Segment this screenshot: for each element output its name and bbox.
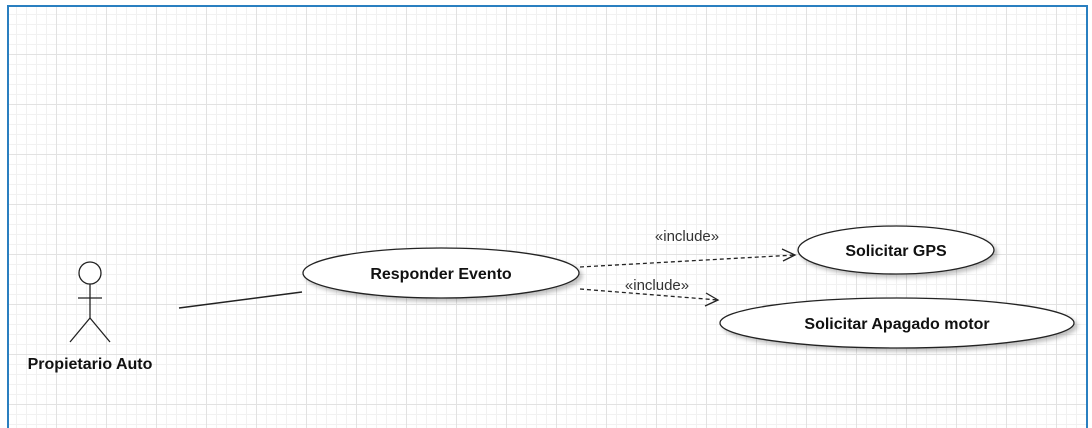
actor-right-leg xyxy=(89,317,111,343)
use-case-label: Solicitar GPS xyxy=(845,243,947,260)
actor-label: Propietario Auto xyxy=(28,356,153,373)
use-case-solicitar-gps[interactable]: Solicitar GPS xyxy=(797,225,995,275)
actor-head xyxy=(78,261,102,285)
use-case-label: Responder Evento xyxy=(370,266,512,283)
actor-left-leg xyxy=(69,317,91,343)
include-relation-gps[interactable]: «include» xyxy=(579,228,797,268)
actor-propietario-auto[interactable]: Propietario Auto xyxy=(28,261,153,373)
use-case-diagram: Propietario Auto Responder Evento Solici… xyxy=(28,225,1075,373)
include-relation-apagado[interactable]: «include» xyxy=(579,277,720,307)
use-case-solicitar-apagado-motor[interactable]: Solicitar Apagado motor xyxy=(719,297,1075,349)
association-line[interactable] xyxy=(178,291,303,309)
stereotype-label: «include» xyxy=(625,277,689,294)
use-case-label: Solicitar Apagado motor xyxy=(804,316,989,333)
dashed-dependency-line xyxy=(579,254,796,268)
stereotype-label: «include» xyxy=(655,228,719,245)
use-case-responder-evento[interactable]: Responder Evento xyxy=(302,247,580,299)
